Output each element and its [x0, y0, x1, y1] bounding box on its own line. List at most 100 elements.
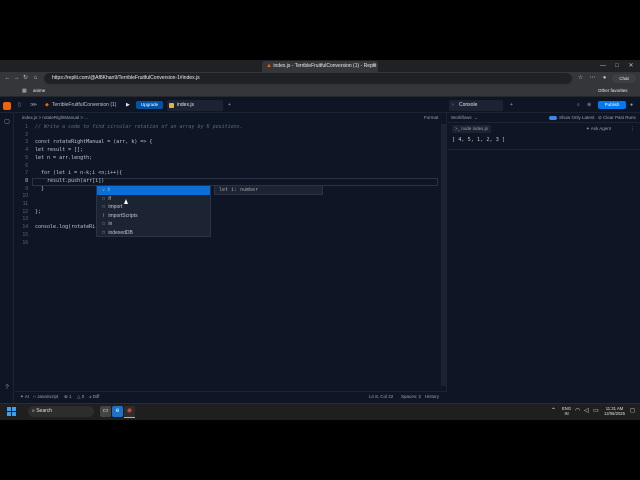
variable-icon: v	[102, 187, 105, 192]
ai-toggle[interactable]: ✦ AI	[20, 393, 29, 401]
line-number: 13	[22, 216, 28, 223]
forward-icon[interactable]: →	[12, 73, 21, 84]
run-icon[interactable]: ▶	[126, 100, 130, 110]
upgrade-button[interactable]: Upgrade	[136, 101, 163, 109]
diff-label: Diff	[92, 394, 100, 399]
suggestion-label: indexedDB	[108, 230, 133, 236]
language-indicator[interactable]: ‹› JavaScript	[33, 393, 58, 401]
history-button[interactable]: History	[425, 393, 439, 401]
apps-icon[interactable]: ▦	[22, 87, 30, 95]
mouse-pointer-icon	[124, 199, 128, 204]
back-icon[interactable]: ←	[3, 73, 12, 84]
battery-icon[interactable]: ▭	[593, 406, 599, 417]
chevron-down-icon[interactable]: ⌄	[474, 114, 478, 122]
suggestion-item[interactable]: □ if	[97, 195, 210, 204]
function-icon: f	[102, 212, 105, 218]
clear-past-runs-button[interactable]: Clear Past Runs	[603, 114, 636, 122]
left-rail	[0, 113, 14, 403]
line-number: 6	[25, 162, 28, 169]
workflows-dropdown[interactable]: Workflows	[451, 114, 472, 122]
line-number: 12	[22, 208, 28, 215]
other-favorites[interactable]: Other favorites	[598, 87, 628, 95]
indentation[interactable]: Spaces: 2	[401, 393, 421, 401]
tab-close-icon[interactable]: ×	[372, 61, 375, 72]
url-input[interactable]: https://replit.com/@Af8Khan9/TerribleFru…	[44, 73, 572, 84]
windows-start-icon[interactable]	[7, 407, 16, 416]
chat-button[interactable]: Chat	[612, 74, 636, 83]
warning-count[interactable]: △ 0	[77, 393, 84, 401]
line-number: 15	[22, 231, 28, 238]
lang-region: IN	[564, 411, 569, 416]
run-command-badge: >_ node index.js	[452, 125, 491, 133]
close-window-icon[interactable]: ✕	[624, 60, 638, 72]
breadcrumb[interactable]: index.js > rotateRightManual > ...	[22, 114, 88, 122]
bookmark-anime[interactable]: anime	[33, 87, 45, 95]
home-icon[interactable]: ⌂	[31, 73, 40, 84]
suggestion-item[interactable]: □ indexedDB	[97, 229, 210, 236]
browser-tab-title: index.js - TerribleFruitfulConversion (1…	[273, 63, 377, 69]
show-only-latest-toggle[interactable]	[549, 116, 557, 120]
tab-index-js-label: index.js	[177, 102, 194, 108]
cursor-position[interactable]: Ln 8, Col 22	[369, 393, 393, 401]
refresh-icon[interactable]: ↻	[21, 73, 30, 84]
invite-icon[interactable]: ⊕	[587, 100, 591, 110]
navigation-icon[interactable]: ⋙	[30, 100, 37, 110]
suggestion-item[interactable]: f importScripts	[97, 212, 210, 221]
console-divider	[448, 149, 640, 150]
property-icon: □	[102, 230, 105, 235]
line-number: 7	[25, 170, 28, 177]
add-tab-icon[interactable]: +	[228, 100, 231, 110]
editor-scrollbar[interactable]	[441, 124, 446, 386]
clock[interactable]: 11:31 AM 12/06/2025	[604, 406, 625, 416]
format-button[interactable]: Format	[424, 114, 438, 122]
clock-date: 12/06/2025	[604, 411, 625, 416]
browser-tab[interactable]: ▲ index.js - TerribleFruitfulConversion …	[262, 61, 378, 72]
minimize-icon[interactable]: —	[596, 60, 610, 72]
show-only-latest-label: Show Only Latest	[559, 115, 595, 120]
project-name[interactable]: TerribleFruitfulConversion (1)	[52, 100, 116, 110]
taskbar-search[interactable]: ⌕ Search	[28, 406, 94, 417]
line-number: 3	[25, 139, 28, 146]
volume-icon[interactable]: ◁	[584, 406, 589, 417]
error-count[interactable]: ⊗ 1	[64, 393, 72, 401]
line-number: 4	[25, 147, 28, 154]
warning-count-value: 0	[81, 394, 85, 399]
add-pane-icon[interactable]: +	[510, 100, 513, 110]
bookmarks-bar	[0, 85, 640, 97]
suggestion-label: importScripts	[108, 212, 138, 219]
replit-logo-icon[interactable]	[3, 102, 11, 110]
line-number: 11	[22, 201, 28, 207]
language-indicator-tray[interactable]: ENG IN	[562, 406, 571, 416]
suggestion-item[interactable]: □ import	[97, 203, 210, 212]
sidebar-toggle-icon[interactable]: ▯	[18, 100, 21, 110]
ask-agent-button[interactable]: ✦ Ask Agent	[586, 125, 611, 133]
upgrade-label: Upgrade	[140, 102, 159, 107]
notifications-icon[interactable]: ◻	[630, 406, 635, 417]
tray-chevron-icon[interactable]: ⌃	[551, 406, 556, 417]
suggestion-label: in	[108, 221, 113, 228]
profile-avatar[interactable]: ●	[600, 73, 609, 84]
files-icon[interactable]: ▢	[3, 118, 11, 126]
more-options-icon[interactable]: ⋮	[630, 125, 635, 133]
extensions-icon[interactable]: ⋯	[588, 73, 597, 84]
wifi-icon[interactable]: ◠	[575, 406, 580, 417]
maximize-icon[interactable]: □	[610, 60, 624, 72]
diff-button[interactable]: ± Diff	[89, 393, 99, 401]
tab-index-js[interactable]: index.js	[167, 100, 223, 111]
edge-browser-icon[interactable]: e	[112, 406, 123, 417]
clear-icon[interactable]: ⊘	[598, 114, 602, 122]
line-number: 5	[25, 154, 28, 161]
tab-console[interactable]: › Console	[449, 100, 503, 111]
task-view-icon[interactable]: ▭	[100, 406, 111, 417]
taskbar-search-label: Search	[36, 408, 53, 414]
favorites-star-icon[interactable]: ☆	[576, 73, 585, 84]
suggestion-item[interactable]: □ in	[97, 220, 210, 229]
line-number: 1	[25, 124, 28, 130]
console-icon: ›	[452, 102, 454, 108]
publish-button[interactable]: Publish	[598, 101, 626, 109]
suggestion-item[interactable]: v i	[97, 186, 210, 195]
search-icon[interactable]: ⌕	[577, 100, 580, 110]
profile-icon[interactable]: ●	[630, 100, 633, 110]
chrome-icon[interactable]: ◉	[124, 406, 135, 417]
help-icon[interactable]: ?	[3, 384, 11, 392]
